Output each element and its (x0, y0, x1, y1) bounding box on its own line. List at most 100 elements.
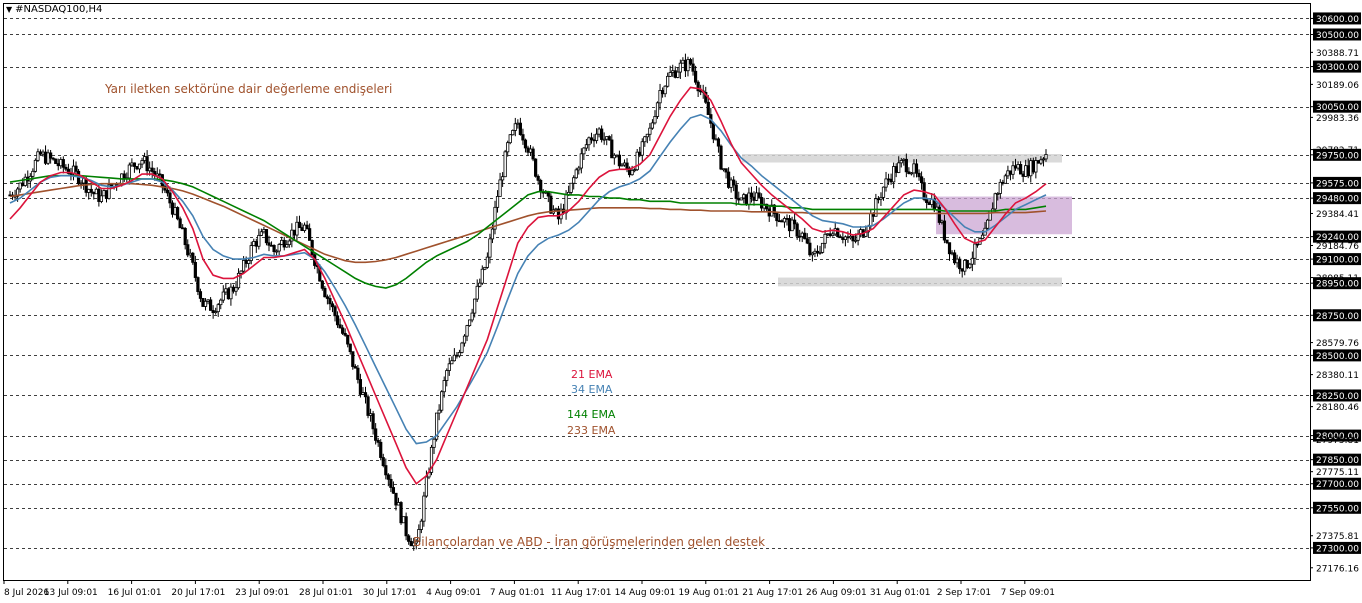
candle-down (89, 188, 93, 193)
zone-grey-1 (778, 277, 1062, 287)
candle-down (132, 162, 137, 167)
price-label-27: 27700.00 (1316, 480, 1359, 490)
candle-up (754, 192, 759, 201)
candle-up (99, 195, 104, 202)
candle-down (407, 535, 411, 542)
candle-down (589, 137, 594, 141)
candle-up (800, 232, 804, 237)
candle-up (478, 282, 482, 287)
candle-up (963, 259, 967, 272)
candle-up (498, 179, 502, 197)
candle-up (587, 137, 591, 146)
candle-down (226, 288, 230, 300)
candle-down (244, 260, 248, 264)
candle-down (787, 218, 792, 232)
candle-down (914, 163, 919, 174)
candle-up (302, 224, 307, 231)
price-label-29: 27375.81 (1316, 532, 1359, 542)
candle-down (300, 227, 304, 231)
candle-down (749, 192, 754, 198)
candle-up (59, 159, 63, 167)
candle-down (297, 221, 302, 229)
candle-up (554, 208, 558, 211)
candle-up (635, 151, 639, 171)
price-label-30: 27300.00 (1316, 544, 1359, 554)
time-label-1: 13 Jul 09:01 (44, 588, 98, 598)
candle-up (1003, 175, 1007, 184)
candle-up (252, 241, 256, 246)
candle-up (87, 188, 91, 193)
price-label-20: 28380.11 (1316, 371, 1359, 381)
candle-up (678, 62, 682, 73)
candle-up (503, 151, 507, 178)
price-axis: 30600.00 30500.00 30388.71 30300.00 30189.06… (1310, 12, 1361, 574)
candle-down (343, 332, 347, 336)
candle-up (460, 342, 464, 353)
candle-down (338, 324, 342, 329)
annotation-top: Yarı iletken sektörüne dair değerleme en… (105, 82, 393, 96)
candle-up (985, 219, 990, 229)
candle-up (31, 170, 35, 177)
candle-up (897, 162, 901, 173)
candle-up (473, 298, 477, 314)
candle-up (173, 207, 177, 215)
candle-up (902, 158, 906, 161)
candle-up (432, 438, 436, 448)
candle-up (36, 151, 40, 161)
candle-down (394, 492, 398, 506)
candle-down (64, 166, 68, 170)
candle-down (925, 199, 929, 203)
candle-down (947, 242, 952, 255)
candle-up (813, 250, 817, 254)
candle-up (968, 263, 972, 269)
legend-144-ema: 144 EMA (567, 408, 616, 421)
candle-down (798, 235, 802, 238)
candle-down (54, 158, 58, 164)
candle-down (198, 291, 203, 299)
candle-up (602, 138, 606, 141)
candle-up (224, 288, 228, 293)
candle-up (853, 239, 858, 242)
candle-down (186, 244, 190, 256)
candle-up (102, 190, 106, 197)
candle-down (600, 128, 604, 140)
candle-up (501, 176, 505, 181)
candle-up (440, 391, 444, 411)
candle-down (927, 202, 931, 205)
candle-up (658, 90, 662, 104)
candle-up (729, 179, 733, 188)
time-label-11: 19 Aug 01:01 (678, 588, 739, 598)
candle-down (150, 167, 154, 172)
candle-up (295, 221, 299, 236)
candle-up (94, 188, 98, 195)
time-label-12: 21 Aug 17:01 (742, 588, 803, 598)
candle-up (955, 258, 959, 264)
caret-down-icon[interactable]: ▼ (6, 5, 12, 14)
symbol-label[interactable]: ▼ #NASDAQ100,H4 (6, 4, 102, 15)
candle-up (782, 218, 787, 223)
candle-down (660, 90, 665, 95)
candle-down (196, 277, 200, 292)
candle-down (305, 224, 309, 229)
time-label-2: 16 Jul 01:01 (108, 588, 162, 598)
price-label-18: 28579.76 (1316, 339, 1359, 349)
candle-up (287, 240, 291, 246)
candle-down (193, 261, 197, 278)
candle-down (333, 306, 337, 317)
candle-up (437, 409, 441, 414)
candle-up (884, 178, 888, 188)
candle-down (231, 286, 236, 292)
candle-down (366, 396, 370, 416)
candle-down (625, 162, 629, 169)
candle-up (275, 250, 279, 253)
candle-up (516, 122, 520, 125)
candle-up (485, 256, 489, 268)
candle-up (681, 59, 685, 64)
price-label-17: 28750.00 (1316, 312, 1359, 322)
candle-down (353, 366, 357, 369)
candle-up (424, 476, 429, 497)
price-label-2: 30388.71 (1316, 49, 1359, 59)
time-label-15: 2 Sep 17:01 (937, 588, 991, 598)
candle-down (531, 148, 535, 160)
candle-up (686, 59, 690, 72)
